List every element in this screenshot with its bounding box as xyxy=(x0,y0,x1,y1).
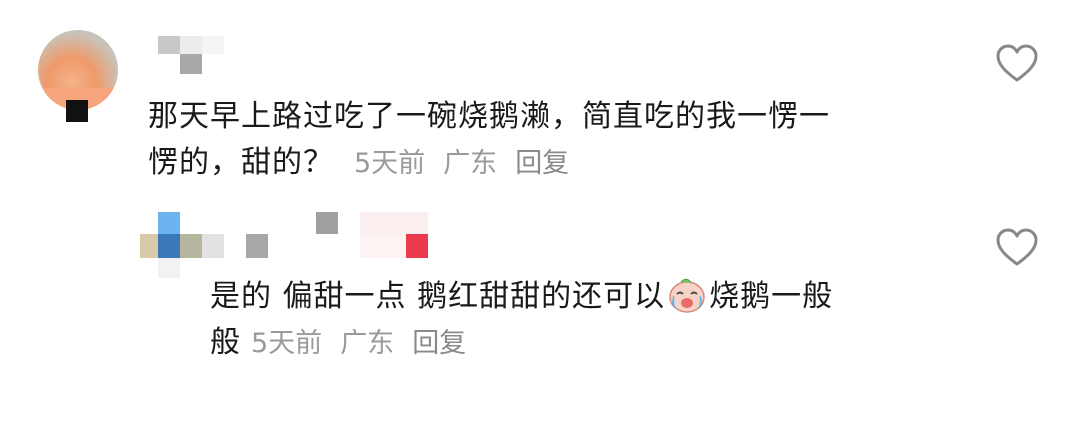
avatar-redaction-pixel xyxy=(66,100,88,122)
comment-time: 5天前 xyxy=(354,148,426,179)
heart-icon xyxy=(996,44,1038,82)
comment-meta: 5天前 广东 回复 xyxy=(354,141,587,187)
reply-location: 广东 xyxy=(340,328,395,359)
avatar[interactable] xyxy=(38,30,118,110)
reply-text-part2: 烧鹅一般 xyxy=(709,279,834,314)
comment-text-line1: 那天早上路过吃了一碗烧鹅濑，简直吃的我一愣一 xyxy=(148,99,830,134)
comment-text: 那天早上路过吃了一碗烧鹅濑，简直吃的我一愣一 愣的，甜的？ 5天前 广东 回复 xyxy=(148,94,968,187)
reply-text-part1: 是的 偏甜一点 鹅红甜甜的还可以 xyxy=(210,279,666,314)
like-button[interactable] xyxy=(995,44,1039,88)
reply-text: 是的 偏甜一点 鹅红甜甜的还可以 烧鹅一般 般 5天前 广东 回复 xyxy=(210,274,970,367)
like-button[interactable] xyxy=(995,228,1039,272)
reply-text-line2: 般 xyxy=(210,325,241,360)
heart-icon xyxy=(996,228,1038,266)
comment-text-line2: 愣的，甜的？ xyxy=(148,145,334,180)
crying-laughing-emoji xyxy=(669,278,705,313)
reply-button[interactable]: 回复 xyxy=(412,328,466,359)
comment-location: 广东 xyxy=(443,148,498,179)
reply-button[interactable]: 回复 xyxy=(515,148,569,179)
reply-meta: 5天前 广东 回复 xyxy=(251,321,484,367)
reply-time: 5天前 xyxy=(251,328,323,359)
